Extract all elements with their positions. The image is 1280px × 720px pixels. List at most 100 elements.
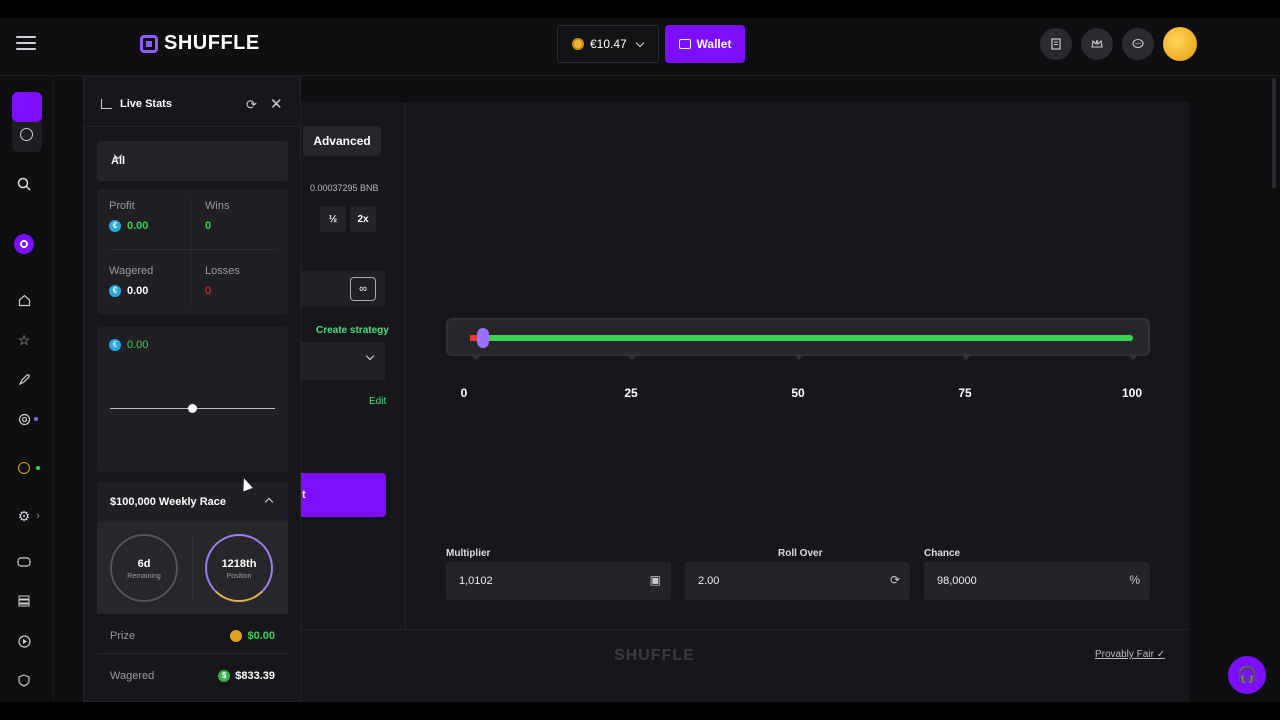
home-icon[interactable] (16, 292, 32, 308)
currency-icon: € (109, 285, 121, 297)
balance-selector[interactable]: €10.47 (557, 25, 659, 63)
roll-over-value: 2.00 (698, 575, 720, 587)
strategy-select[interactable] (301, 342, 385, 380)
provably-fair-label: Provably Fair (1095, 649, 1154, 660)
shuffle-logo-icon (140, 34, 158, 53)
slider-tick (962, 356, 970, 360)
remaining-label: Remaining (127, 573, 161, 580)
shield-icon[interactable] (16, 672, 32, 688)
star-icon[interactable]: ☆ (16, 332, 32, 348)
multiplier-field[interactable]: 1,0102 ▣ (446, 562, 671, 600)
chance-value: 98,0000 (937, 575, 977, 587)
slider-handle[interactable] (477, 328, 490, 348)
chevron-down-icon (365, 351, 375, 361)
wagered-label: Wagered (109, 265, 154, 277)
remaining-value: 6d (137, 558, 151, 570)
swap-icon[interactable]: ⟳ (890, 573, 900, 587)
slider-tick (472, 356, 480, 360)
tick-label-25: 25 (624, 386, 638, 400)
losses-label: Losses (205, 265, 240, 277)
balance-amount: €10.47 (590, 37, 627, 51)
crown-icon (1091, 39, 1103, 48)
support-button[interactable]: 🎧 (1228, 656, 1266, 694)
chevron-up-icon (264, 497, 274, 507)
slider-tick (628, 356, 636, 360)
half-bet-button[interactable]: ½ (320, 206, 346, 232)
graph-point (188, 404, 197, 413)
chevron-down-icon (635, 38, 644, 47)
race-wagered-row: Wagered $ $833.39 (97, 658, 288, 694)
tick-label-100: 100 (1121, 386, 1143, 400)
bet-history-button[interactable] (1040, 28, 1072, 60)
live-stats-panel: Live Stats ⟳ ✕ All Profit € 0.00 Wins 0 … (83, 76, 301, 702)
prize-value: $0.00 (230, 630, 275, 642)
roll-over-label: Roll Over (778, 548, 823, 559)
tick-label-0: 0 (460, 386, 468, 400)
search-icon[interactable] (16, 176, 32, 192)
tick-label-75: 75 (958, 386, 972, 400)
slider-tick (795, 356, 803, 360)
dice-slider[interactable] (446, 318, 1150, 360)
menu-icon[interactable] (16, 36, 36, 52)
calculator-icon: ▣ (649, 573, 661, 587)
position-value: 1218th (221, 558, 257, 570)
roll-over-field[interactable]: 2.00 ⟳ (685, 562, 910, 600)
casino-chip-icon[interactable] (14, 234, 34, 254)
infinite-bets-button[interactable]: ∞ (350, 277, 376, 301)
wallet-button[interactable]: Wallet (665, 25, 745, 63)
weekly-race-header[interactable]: $100,000 Weekly Race (97, 482, 288, 522)
refresh-icon[interactable]: ⟳ (246, 97, 257, 113)
coin-icon (572, 38, 584, 50)
bet-balance: 0.00037295 BNB (310, 183, 379, 193)
race-wagered-value: $ $833.39 (218, 670, 275, 682)
weekly-race-body: 6d Remaining 1218th Position (97, 522, 288, 614)
create-strategy-link[interactable]: Create strategy (316, 325, 389, 336)
position-ring: 1218th Position (205, 534, 273, 602)
tab-advanced[interactable]: Advanced (303, 126, 381, 156)
currency-icon: € (109, 339, 121, 351)
casino-mode-button[interactable] (12, 92, 42, 122)
stats-filter-select[interactable]: All (97, 141, 288, 181)
chat-icon (1132, 38, 1144, 49)
wagered-amount: 0.00 (127, 285, 149, 297)
bet-controls: Advanced 0.00037295 BNB ½ 2x ∞ Create st… (301, 102, 406, 629)
user-avatar[interactable] (1163, 27, 1197, 61)
wins-label: Wins (205, 200, 230, 212)
originals-icon[interactable] (16, 460, 32, 476)
percent-sign: % (1129, 573, 1140, 587)
prize-label: Prize (110, 630, 136, 642)
profit-value: € 0.00 (109, 220, 148, 232)
edit-strategy-link[interactable]: Edit (369, 396, 386, 407)
play-icon[interactable] (16, 633, 32, 649)
profit-amount: 0.00 (127, 220, 149, 232)
remaining-ring: 6d Remaining (110, 534, 178, 602)
stack-icon[interactable] (16, 593, 32, 609)
start-autobet-button[interactable]: t (301, 473, 386, 517)
chat-button[interactable] (1122, 28, 1154, 60)
chevron-right-icon[interactable]: › (34, 508, 42, 524)
graph-profit: € 0.00 (109, 339, 148, 351)
chance-field[interactable]: 98,0000 % (924, 562, 1150, 600)
document-icon (1051, 38, 1061, 50)
wallet-icon (678, 39, 691, 49)
chart-icon (101, 99, 112, 109)
game-controller-icon[interactable] (16, 554, 32, 570)
double-bet-button[interactable]: 2x (350, 206, 376, 232)
close-icon[interactable]: ✕ (270, 95, 283, 113)
weekly-race-title: $100,000 Weekly Race (110, 496, 226, 508)
provably-fair-link[interactable]: Provably Fair ✓ (1095, 649, 1165, 660)
sidebar-mode-switch (12, 92, 42, 152)
tick-label-50: 50 (791, 386, 805, 400)
live-games-icon[interactable] (16, 411, 32, 427)
headset-icon: 🎧 (1237, 667, 1257, 684)
page-scrollbar[interactable] (1272, 78, 1276, 188)
chance-label: Chance (924, 548, 961, 559)
app-screen: SHUFFLE €10.47 Wallet ☆ ⚙ › Advanced 0.0… (0, 18, 1280, 702)
wins-value: 0 (205, 220, 212, 232)
brand-logo[interactable]: SHUFFLE (140, 32, 260, 55)
sports-ball-icon[interactable] (20, 128, 33, 141)
rocket-icon[interactable] (16, 371, 32, 387)
settings-icon[interactable]: ⚙ (16, 508, 32, 524)
vip-button[interactable] (1081, 28, 1113, 60)
wagered-value: € 0.00 (109, 285, 148, 297)
